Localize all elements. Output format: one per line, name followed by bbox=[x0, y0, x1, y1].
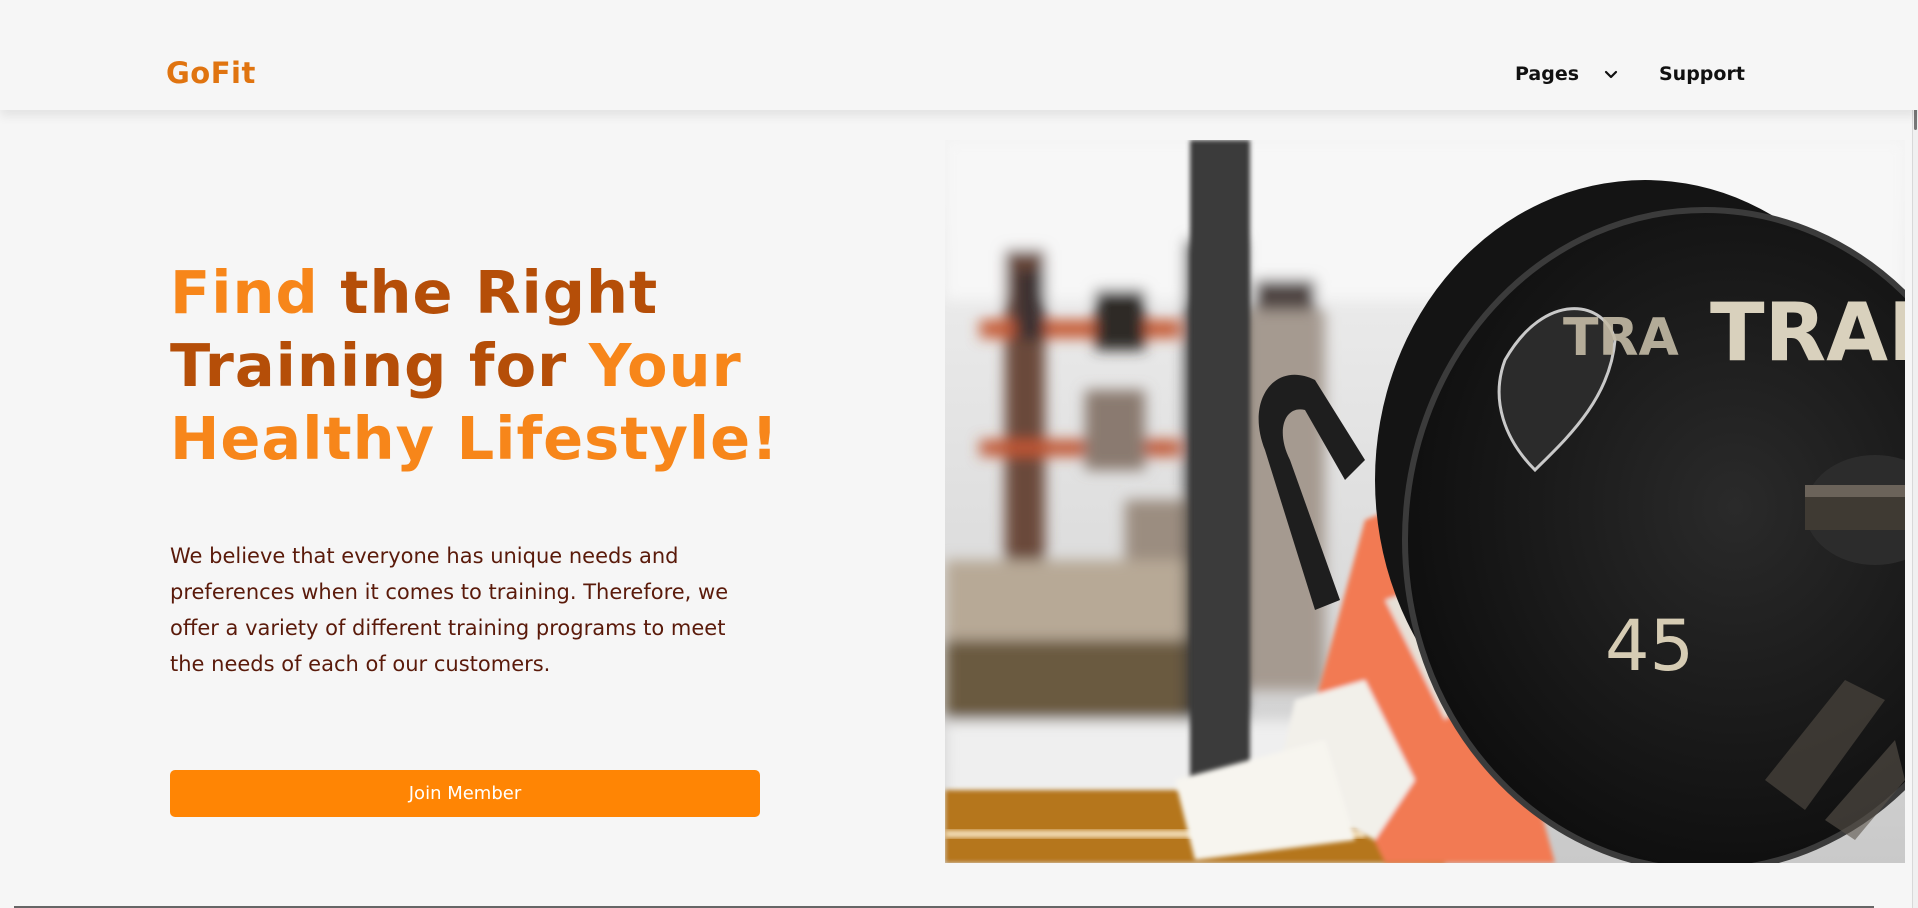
nav-pages-label[interactable]: Pages bbox=[1515, 63, 1579, 85]
nav-support-link[interactable]: Support bbox=[1659, 63, 1745, 85]
chevron-down-icon[interactable] bbox=[1603, 66, 1619, 82]
headline-find: Find bbox=[170, 258, 319, 327]
brand-logo[interactable]: GoFit bbox=[166, 56, 256, 90]
plate-tra-text: TRA bbox=[1563, 308, 1679, 368]
headline-healthy-lifestyle: Healthy Lifestyle! bbox=[170, 404, 780, 473]
gym-weight-plate-photo: TRAIN TRA 45 bbox=[945, 140, 1905, 863]
hero-headline: Find the Right Training for Your Healthy… bbox=[170, 256, 850, 475]
headline-your: Your bbox=[588, 331, 742, 400]
plate-train-text: TRAIN bbox=[1710, 286, 1905, 379]
page-scrollbar[interactable] bbox=[1912, 0, 1918, 908]
join-member-button[interactable]: Join Member bbox=[170, 770, 760, 817]
headline-training-for: Training for bbox=[170, 331, 589, 400]
plate-weight-text: 45 bbox=[1605, 605, 1694, 687]
hero-gym-image: TRAIN TRA 45 bbox=[945, 140, 1905, 863]
hero-description: We believe that everyone has unique need… bbox=[170, 544, 729, 676]
nav-pages-dropdown[interactable]: Pages bbox=[1515, 63, 1619, 85]
top-navbar: GoFit Pages Support bbox=[0, 0, 1918, 110]
headline-the-right: the Right bbox=[318, 258, 659, 327]
